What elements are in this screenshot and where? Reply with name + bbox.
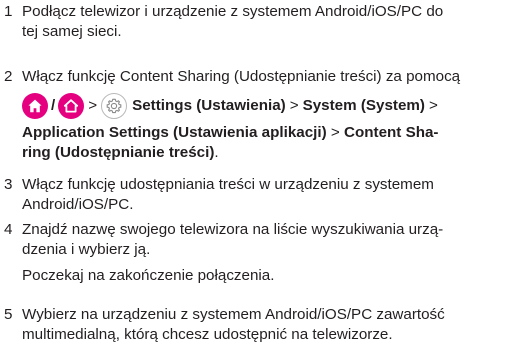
step-line: Android/iOS/PC. (22, 196, 134, 213)
step-text: Włącz funkcję Content Sharing (Udostępni… (22, 67, 525, 87)
step-text: Wybierz na urządzeniu z systemem Android… (22, 305, 525, 345)
separator: > (330, 124, 340, 141)
step-text: Podłącz telewizor i urządzenie z systeme… (22, 2, 525, 42)
separator: > (428, 97, 438, 114)
step-number: 5 (4, 306, 13, 323)
step-line: ring (Udostępnianie treści). (22, 143, 525, 163)
home-icon (22, 93, 48, 119)
step-number: 4 (4, 221, 13, 238)
period: . (214, 144, 219, 161)
separator: > (88, 97, 98, 114)
step-2-icon-line: / > Settings (Ustawienia) > System (Syst… (0, 91, 531, 121)
step-line: Application Settings (Ustawienia aplikac… (22, 123, 525, 143)
step-line: multimedialną, którą chcesz udostępnić n… (22, 326, 393, 343)
step-line: Podłącz telewizor i urządzenie z systeme… (22, 3, 444, 20)
separator: > (289, 97, 299, 114)
step-line: Wybierz na urządzeniu z systemem Android… (22, 306, 445, 323)
content-sharing-label-part1: Content Sha- (344, 124, 439, 141)
step-number: 3 (4, 176, 13, 193)
system-label: System (System) (302, 97, 425, 114)
step-line: Włącz funkcję Content Sharing (Udostępni… (22, 68, 461, 85)
menu-path: / > Settings (Ustawienia) > System (Syst… (22, 91, 527, 121)
step-number: 1 (4, 3, 13, 20)
gear-icon (101, 93, 128, 119)
step-text: Znajdź nazwę swojego telewizora na liści… (22, 220, 525, 260)
home-icon (58, 93, 85, 119)
step-number: 2 (4, 68, 13, 85)
step-line: tej samej sieci. (22, 23, 122, 40)
step-line: Włącz funkcję udostępniania treści w urz… (22, 176, 434, 193)
application-settings-label: Application Settings (Ustawienia aplikac… (22, 124, 327, 141)
step-text: Włącz funkcję udostępniania treści w urz… (22, 175, 525, 215)
step-text: Application Settings (Ustawienia aplikac… (22, 123, 525, 163)
step-line: Znajdź nazwę swojego telewizora na liści… (22, 221, 444, 238)
step-line: dzenia i wybierz ją. (22, 241, 151, 258)
content-sharing-label-part2: ring (Udostępnianie treści) (22, 144, 215, 161)
step-note: Poczekaj na zakończenie połączenia. (22, 267, 275, 284)
separator: / (51, 97, 56, 114)
settings-label: Settings (Ustawienia) (132, 97, 286, 114)
